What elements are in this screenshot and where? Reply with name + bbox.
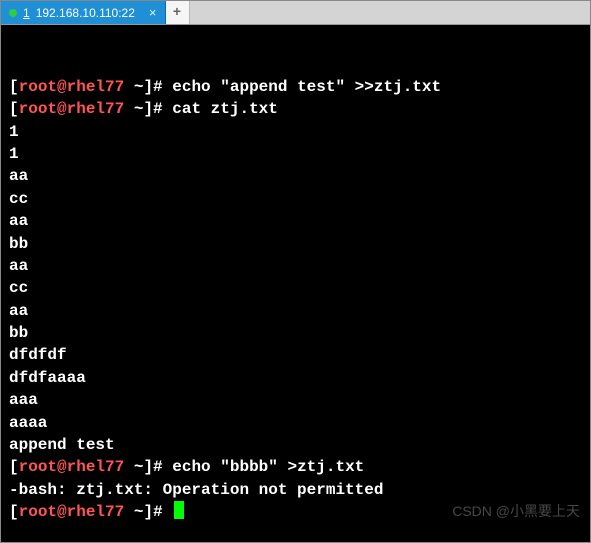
terminal-output-line: 1 [9, 121, 582, 143]
terminal-output-line: aa [9, 165, 582, 187]
command-text: cat ztj.txt [172, 98, 278, 120]
new-tab-button[interactable]: + [166, 1, 190, 24]
terminal-window: 1 192.168.10.110:22 × + [root@rhel77 ~]#… [0, 0, 591, 543]
tab-number: 1 [23, 6, 30, 20]
tab-bar: 1 192.168.10.110:22 × + [1, 1, 590, 25]
plus-icon: + [173, 5, 181, 21]
prompt-userhost: root@rhel77 [19, 98, 125, 120]
terminal-output-line: cc [9, 277, 582, 299]
prompt-path: ~]# [124, 501, 172, 523]
close-icon[interactable]: × [149, 5, 157, 20]
tab-title: 192.168.10.110:22 [36, 6, 135, 20]
output-text: aa [9, 300, 28, 322]
output-text: aa [9, 210, 28, 232]
prompt-userhost: root@rhel77 [19, 501, 125, 523]
output-text: aaa [9, 389, 38, 411]
command-text: echo "append test" >>ztj.txt [172, 76, 441, 98]
output-text: -bash: ztj.txt: Operation not permitted [9, 479, 383, 501]
prompt-bracket-open: [ [9, 501, 19, 523]
terminal-output-line: dfdfdf [9, 344, 582, 366]
terminal-output-line: cc [9, 188, 582, 210]
terminal-output-line: -bash: ztj.txt: Operation not permitted [9, 479, 582, 501]
command-text: echo "bbbb" >ztj.txt [172, 456, 364, 478]
terminal-output-line: bb [9, 322, 582, 344]
output-text: append test [9, 434, 115, 456]
terminal-output-line: aa [9, 300, 582, 322]
terminal-command-line: [root@rhel77 ~]# echo "append test" >>zt… [9, 76, 582, 98]
prompt-userhost: root@rhel77 [19, 76, 125, 98]
terminal-command-line: [root@rhel77 ~]# echo "bbbb" >ztj.txt [9, 456, 582, 478]
terminal-command-line: [root@rhel77 ~]# [9, 501, 582, 523]
terminal-output-line: bb [9, 233, 582, 255]
prompt-path: ~]# [124, 76, 172, 98]
output-text: bb [9, 233, 28, 255]
prompt-bracket-open: [ [9, 456, 19, 478]
output-text: dfdfdf [9, 344, 67, 366]
output-text: aaaa [9, 412, 47, 434]
terminal-output-line: aaaa [9, 412, 582, 434]
output-text: 1 [9, 143, 19, 165]
terminal-output-line: aa [9, 255, 582, 277]
output-text: dfdfaaaa [9, 367, 86, 389]
output-text: 1 [9, 121, 19, 143]
output-text: bb [9, 322, 28, 344]
tab-session-1[interactable]: 1 192.168.10.110:22 × [1, 1, 166, 24]
terminal-output-line: dfdfaaaa [9, 367, 582, 389]
prompt-userhost: root@rhel77 [19, 456, 125, 478]
output-text: aa [9, 255, 28, 277]
prompt-path: ~]# [124, 456, 172, 478]
terminal-command-line: [root@rhel77 ~]# cat ztj.txt [9, 98, 582, 120]
terminal-output-line: aa [9, 210, 582, 232]
connection-status-icon [9, 9, 17, 17]
terminal-output-line: 1 [9, 143, 582, 165]
terminal-output[interactable]: [root@rhel77 ~]# echo "append test" >>zt… [1, 25, 590, 542]
output-text: cc [9, 188, 28, 210]
terminal-output-line: aaa [9, 389, 582, 411]
cursor-icon [174, 501, 184, 519]
prompt-path: ~]# [124, 98, 172, 120]
terminal-output-line: append test [9, 434, 582, 456]
prompt-bracket-open: [ [9, 98, 19, 120]
prompt-bracket-open: [ [9, 76, 19, 98]
output-text: cc [9, 277, 28, 299]
output-text: aa [9, 165, 28, 187]
